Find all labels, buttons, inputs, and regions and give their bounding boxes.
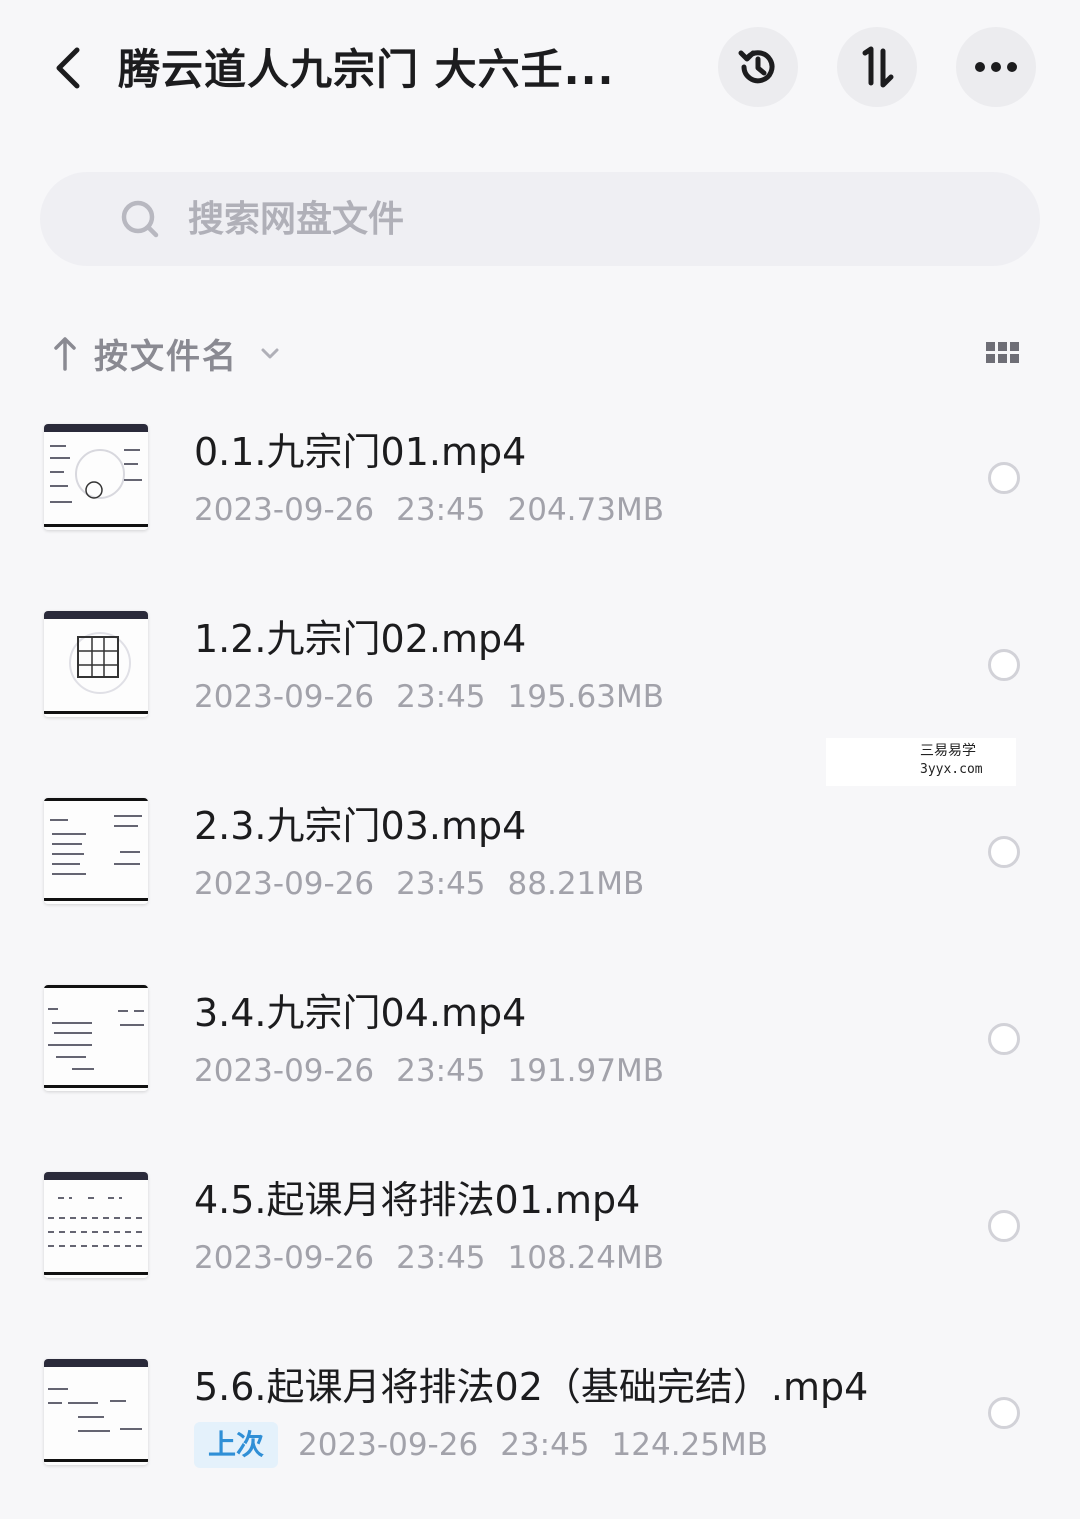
history-icon: [738, 50, 775, 84]
sort-button[interactable]: [837, 27, 917, 107]
last-played-badge: 上次: [194, 1422, 279, 1468]
sort-by-name-toggle[interactable]: 按文件名: [52, 320, 282, 386]
more-button[interactable]: [956, 27, 1036, 107]
more-horizontal-icon: [975, 62, 1017, 72]
grid-view-icon[interactable]: [984, 334, 1022, 372]
watermark-line-1: 三易易学: [920, 743, 976, 759]
file-row[interactable]: 2.3.九宗门03.mp4 2023-09-26 23:45 88.21MB: [0, 776, 1080, 926]
file-date: 2023-09-26: [194, 679, 375, 715]
file-time: 23:45: [396, 866, 486, 902]
search-icon: [121, 200, 159, 238]
select-checkbox[interactable]: [988, 1397, 1020, 1429]
search-bar[interactable]: [40, 172, 1040, 266]
video-thumbnail: [44, 1359, 148, 1465]
file-date: 2023-09-26: [194, 1240, 375, 1276]
file-name: 1.2.九宗门02.mp4: [194, 617, 527, 661]
file-meta: 2023-09-26 23:45 204.73MB: [194, 486, 664, 534]
select-checkbox[interactable]: [988, 462, 1020, 494]
watermark-line-2: 3yyx.com: [920, 762, 983, 777]
sort-row: 按文件名: [52, 320, 1032, 386]
sort-label: 按文件名: [94, 336, 238, 377]
file-row[interactable]: 0.1.九宗门01.mp4 2023-09-26 23:45 204.73MB: [0, 402, 1080, 552]
arrow-up-icon: [54, 337, 76, 371]
select-checkbox[interactable]: [988, 1023, 1020, 1055]
select-checkbox[interactable]: [988, 649, 1020, 681]
page-title: 腾云道人九宗门 大六壬...: [118, 45, 615, 94]
file-meta: 2023-09-26 23:45 88.21MB: [194, 860, 644, 908]
file-name: 2.3.九宗门03.mp4: [194, 804, 527, 848]
file-row[interactable]: 4.5.起课月将排法01.mp4 2023-09-26 23:45 108.24…: [0, 1150, 1080, 1300]
back-button[interactable]: [40, 38, 96, 98]
select-checkbox[interactable]: [988, 1210, 1020, 1242]
file-size: 88.21MB: [507, 866, 645, 902]
file-time: 23:45: [396, 1053, 486, 1089]
video-thumbnail: [44, 611, 148, 717]
chevron-left-icon: [56, 47, 80, 89]
file-name: 5.6.起课月将排法02（基础完结）.mp4: [194, 1365, 869, 1409]
chevron-down-icon: [261, 348, 279, 359]
file-size: 108.24MB: [507, 1240, 664, 1276]
select-checkbox[interactable]: [988, 836, 1020, 868]
file-date: 2023-09-26: [194, 1053, 375, 1089]
file-size: 191.97MB: [507, 1053, 664, 1089]
file-date: 2023-09-26: [194, 492, 375, 528]
header-bar: 腾云道人九宗门 大六壬...: [0, 0, 1080, 140]
watermark: 三易易学 3yyx.com: [826, 738, 1016, 786]
search-input[interactable]: [188, 189, 888, 249]
video-thumbnail: [44, 424, 148, 530]
file-name: 0.1.九宗门01.mp4: [194, 430, 527, 474]
file-time: 23:45: [396, 679, 486, 715]
history-button[interactable]: [718, 27, 798, 107]
file-row[interactable]: 1.2.九宗门02.mp4 2023-09-26 23:45 195.63MB: [0, 589, 1080, 739]
video-thumbnail: [44, 1172, 148, 1278]
file-row[interactable]: 3.4.九宗门04.mp4 2023-09-26 23:45 191.97MB: [0, 963, 1080, 1113]
file-row[interactable]: 5.6.起课月将排法02（基础完结）.mp4 上次 2023-09-26 23:…: [0, 1337, 1080, 1487]
file-meta: 2023-09-26 23:45 195.63MB: [194, 673, 664, 721]
file-meta: 上次 2023-09-26 23:45 124.25MB: [194, 1421, 768, 1469]
file-time: 23:45: [396, 1240, 486, 1276]
file-size: 195.63MB: [507, 679, 664, 715]
file-date: 2023-09-26: [194, 866, 375, 902]
sort-arrows-icon: [862, 46, 894, 88]
file-meta: 2023-09-26 23:45 108.24MB: [194, 1234, 664, 1282]
file-time: 23:45: [396, 492, 486, 528]
video-thumbnail: [44, 798, 148, 904]
file-meta: 2023-09-26 23:45 191.97MB: [194, 1047, 664, 1095]
file-time: 23:45: [500, 1427, 590, 1463]
file-size: 124.25MB: [611, 1427, 769, 1463]
file-date: 2023-09-26: [298, 1427, 479, 1463]
file-size: 204.73MB: [507, 492, 664, 528]
video-thumbnail: [44, 985, 148, 1091]
file-name: 4.5.起课月将排法01.mp4: [194, 1178, 641, 1222]
file-name: 3.4.九宗门04.mp4: [194, 991, 527, 1035]
